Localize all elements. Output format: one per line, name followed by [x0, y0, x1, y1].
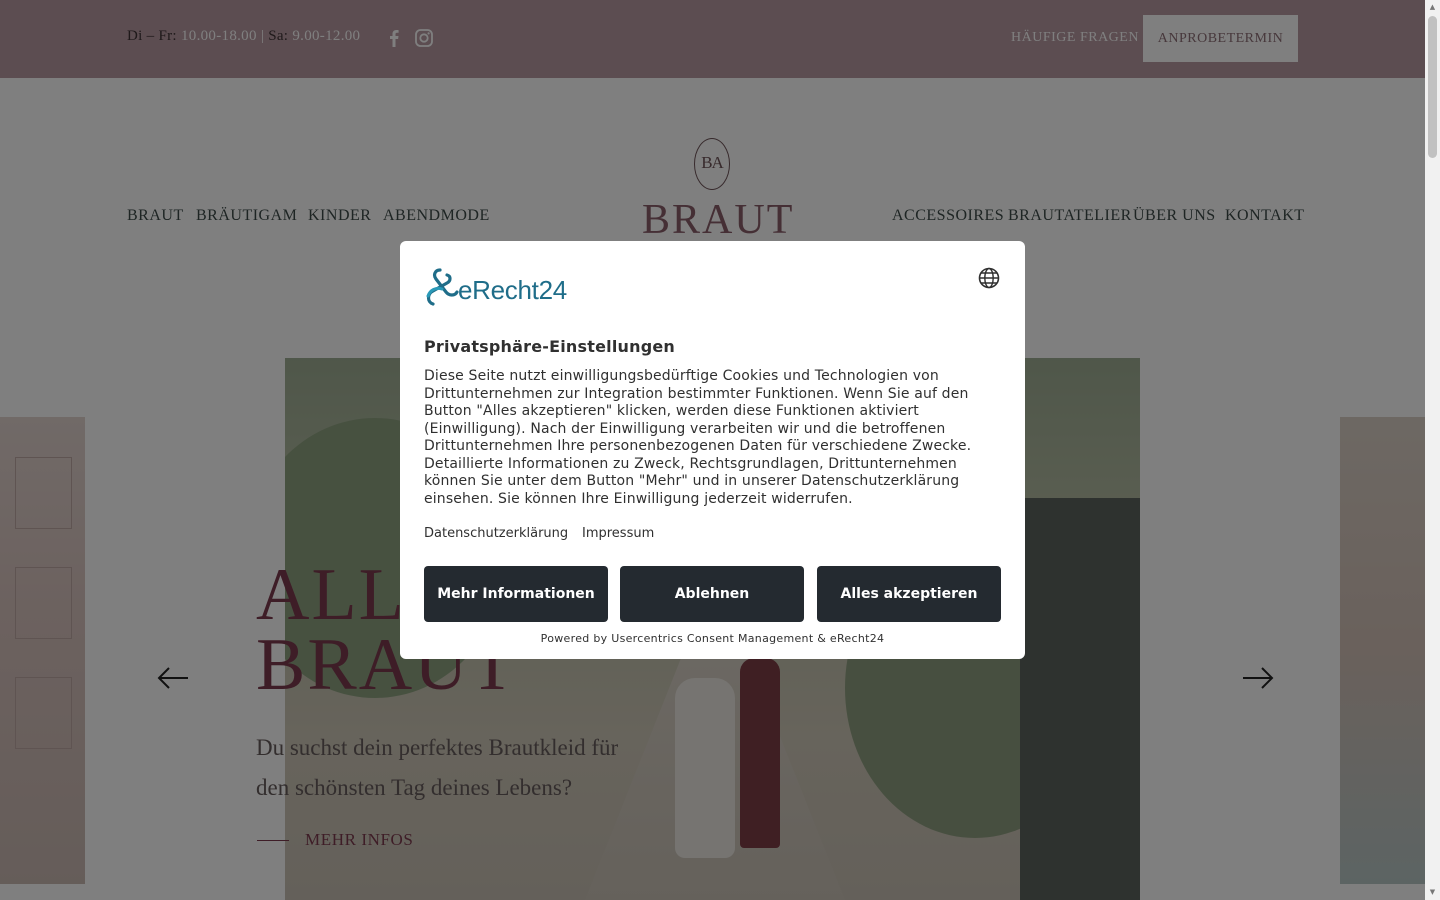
imprint-link[interactable]: Impressum [582, 526, 654, 541]
accept-all-button[interactable]: Alles akzeptieren [817, 566, 1001, 622]
privacy-policy-link[interactable]: Datenschutzerklärung [424, 526, 568, 541]
consent-title: Privatsphäre-Einstellungen [424, 337, 675, 356]
scrollbar-thumb[interactable] [1428, 16, 1437, 158]
consent-dialog: eRecht24 Privatsphäre-Einstellungen Dies… [400, 241, 1025, 659]
scroll-down-icon[interactable]: ▼ [1428, 887, 1437, 897]
decline-button[interactable]: Ablehnen [620, 566, 804, 622]
consent-powered-by: Powered by Usercentrics Consent Manageme… [540, 632, 885, 645]
consent-description: Diese Seite nutzt einwilligungsbedürftig… [424, 368, 972, 507]
scroll-up-icon[interactable]: ▲ [1428, 2, 1437, 12]
globe-icon[interactable] [978, 267, 1000, 289]
erecht24-brand: eRecht24 [458, 275, 567, 305]
more-information-button[interactable]: Mehr Informationen [424, 566, 608, 622]
